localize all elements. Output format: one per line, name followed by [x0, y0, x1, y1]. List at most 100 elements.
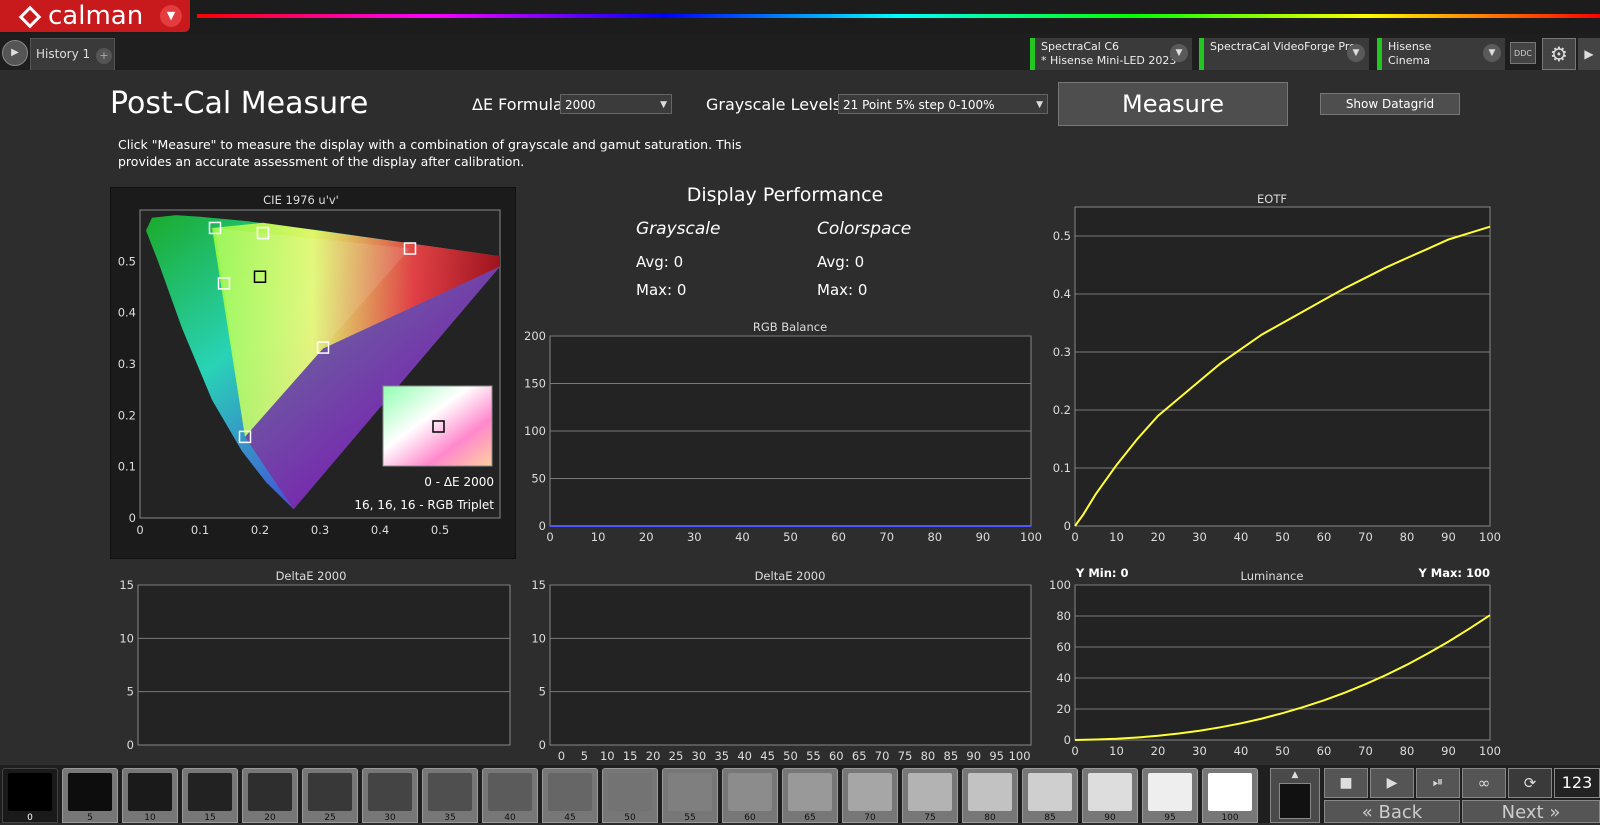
patch-swatch [248, 773, 292, 811]
patch-button[interactable]: 60 [722, 768, 778, 823]
patch-swatch [608, 773, 652, 811]
x-tick-label: 0 [558, 749, 565, 763]
patch-label: 95 [1164, 813, 1176, 823]
patch-button[interactable]: 15 [182, 768, 238, 823]
patch-button[interactable]: 45 [542, 768, 598, 823]
patch-swatch [128, 773, 172, 811]
x-tick-label: 20 [646, 749, 661, 763]
patch-swatch [1208, 773, 1252, 811]
y-tick-label: 0 [539, 519, 546, 533]
x-tick-label: 100 [1009, 749, 1031, 763]
x-tick-label: 90 [1441, 744, 1456, 758]
patch-swatch [908, 773, 952, 811]
x-tick-label: 40 [735, 530, 750, 544]
y-tick-label: 50 [531, 472, 546, 486]
patch-label: 50 [624, 813, 636, 823]
x-tick-label: 40 [1234, 530, 1249, 544]
step-icon[interactable]: ⏯ [1416, 768, 1460, 798]
patch-button[interactable]: 85 [1022, 768, 1078, 823]
back-button[interactable]: « Back [1324, 800, 1460, 823]
patch-button[interactable]: 65 [782, 768, 838, 823]
patch-button[interactable]: 20 [242, 768, 298, 823]
patch-button[interactable]: 0 [2, 768, 58, 823]
x-tick-label: 70 [875, 749, 890, 763]
patch-label: 20 [264, 813, 276, 823]
x-tick-label: 0 [1071, 744, 1078, 758]
next-button[interactable]: Next » [1462, 800, 1600, 823]
deltae-right-plot: 0 5 10 15 0 5 10 15 20 25 30 35 40 45 50 55 60 65 70 75 80 85… [531, 578, 1032, 763]
patch-button[interactable]: 5 [62, 768, 118, 823]
patch-label: 60 [744, 813, 756, 823]
patch-swatch [488, 773, 532, 811]
luminance-plot: 0 20 40 60 80 100 0 10 20 30 40 50 60 70 80 90 100 [1049, 578, 1501, 758]
patch-swatch [428, 773, 472, 811]
patch-button[interactable]: 25 [302, 768, 358, 823]
x-tick-label: 85 [944, 749, 959, 763]
current-patch-preview [1279, 783, 1311, 819]
y-tick-label: 150 [524, 377, 546, 391]
y-tick-label: 200 [524, 329, 546, 343]
x-tick-label: 100 [1479, 530, 1501, 544]
patch-label: 80 [984, 813, 996, 823]
y-tick-label: 5 [539, 685, 546, 699]
patch-button[interactable]: 100 [1202, 768, 1258, 823]
x-tick-label: 20 [639, 530, 654, 544]
patch-label: 90 [1104, 813, 1116, 823]
x-tick-label: 60 [1317, 744, 1332, 758]
x-tick-label: 55 [806, 749, 821, 763]
patch-button[interactable]: 50 [602, 768, 658, 823]
x-tick-label: 20 [1151, 530, 1166, 544]
x-tick-label: 95 [989, 749, 1004, 763]
x-tick-label: 35 [714, 749, 729, 763]
patch-button[interactable]: 30 [362, 768, 418, 823]
play-measure-icon[interactable]: ▶ [1370, 768, 1414, 798]
x-tick-label: 10 [1109, 530, 1124, 544]
y-tick-label: 5 [127, 685, 134, 699]
x-tick-label: 100 [1020, 530, 1042, 544]
x-tick-label: 30 [687, 530, 702, 544]
patch-button[interactable]: 40 [482, 768, 538, 823]
y-tick-label: 0 [127, 738, 134, 752]
counter-display: 123 [1554, 768, 1600, 798]
stop-icon[interactable]: ■ [1324, 768, 1368, 798]
x-tick-label: 30 [1192, 530, 1207, 544]
x-tick-label: 70 [1358, 530, 1373, 544]
patch-swatch [548, 773, 592, 811]
patch-button[interactable]: 35 [422, 768, 478, 823]
chevron-up-icon[interactable]: ▲ [1271, 769, 1319, 781]
patch-button[interactable]: 70 [842, 768, 898, 823]
patch-button[interactable]: 90 [1082, 768, 1138, 823]
x-tick-label: 15 [623, 749, 638, 763]
x-tick-label: 20 [1151, 744, 1166, 758]
continuous-icon[interactable]: ∞ [1462, 768, 1506, 798]
eotf-title: EOTF [1257, 192, 1287, 206]
x-tick-label: 40 [737, 749, 752, 763]
patch-label: 40 [504, 813, 516, 823]
patch-swatch [368, 773, 412, 811]
luminance-ymin: Y Min: 0 [1075, 566, 1129, 580]
rgb-balance-title: RGB Balance [753, 320, 827, 334]
y-tick-label: 0 [1064, 733, 1071, 747]
x-tick-label: 70 [879, 530, 894, 544]
patch-button[interactable]: 95 [1142, 768, 1198, 823]
y-tick-label: 100 [524, 424, 546, 438]
x-tick-label: 80 [927, 530, 942, 544]
x-tick-label: 30 [692, 749, 707, 763]
patch-button[interactable]: 55 [662, 768, 718, 823]
chevron-right-icon: » [1549, 802, 1561, 823]
patch-label: 5 [87, 813, 93, 823]
x-tick-label: 45 [760, 749, 775, 763]
patch-label: 45 [564, 813, 576, 823]
patch-button[interactable]: 75 [902, 768, 958, 823]
y-tick-label: 10 [119, 631, 134, 645]
patch-scroll-control[interactable]: ▲ [1270, 768, 1320, 823]
luminance-ymax: Y Max: 100 [1417, 566, 1490, 580]
y-tick-label: 20 [1056, 702, 1071, 716]
x-tick-label: 0 [546, 530, 553, 544]
patch-swatch [8, 773, 52, 811]
patch-button[interactable]: 10 [122, 768, 178, 823]
x-tick-label: 60 [829, 749, 844, 763]
rgb-balance-plot: 0 50 100 150 200 0 10 20 30 40 50 60 70 80 90 100 [524, 329, 1042, 544]
patch-button[interactable]: 80 [962, 768, 1018, 823]
refresh-icon[interactable]: ⟳ [1508, 768, 1552, 798]
